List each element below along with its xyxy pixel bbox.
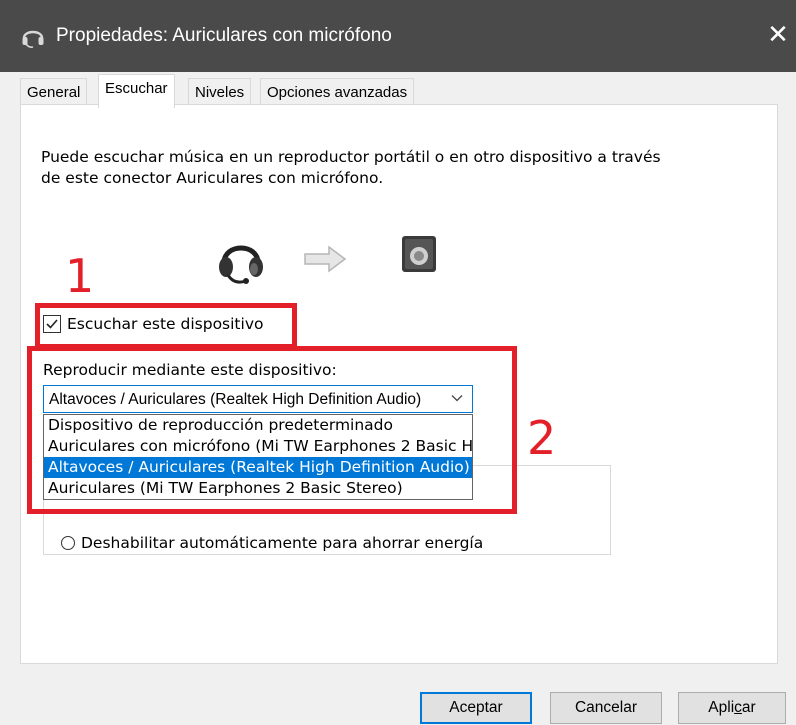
annotation-number-1: 1 bbox=[65, 249, 95, 303]
ok-button[interactable]: Aceptar bbox=[420, 692, 532, 724]
annotation-number-2: 2 bbox=[527, 411, 557, 465]
tab-niveles[interactable]: Niveles bbox=[188, 78, 252, 107]
tab-panel-escuchar: Puede escuchar música en un reproductor … bbox=[20, 104, 778, 664]
annotation-box-2 bbox=[27, 346, 517, 514]
tab-opciones-avanzadas[interactable]: Opciones avanzadas bbox=[260, 78, 415, 107]
headset-icon bbox=[219, 245, 263, 284]
listen-device-checkbox-label: Escuchar este dispositivo bbox=[67, 315, 264, 333]
checkmark-icon bbox=[46, 319, 58, 329]
window-title: Propiedades: Auriculares con micrófono bbox=[56, 25, 392, 46]
auto-disable-radio[interactable] bbox=[61, 536, 75, 550]
speaker-icon bbox=[402, 236, 436, 272]
tab-escuchar[interactable]: Escuchar bbox=[98, 74, 175, 108]
headset-app-icon bbox=[22, 30, 44, 48]
apply-button[interactable]: Aplicar bbox=[678, 692, 786, 724]
tab-general[interactable]: General bbox=[20, 78, 88, 107]
listen-device-checkbox[interactable] bbox=[43, 315, 61, 333]
listen-device-checkbox-row[interactable]: Escuchar este dispositivo bbox=[43, 311, 263, 337]
auto-disable-radio-row[interactable]: Deshabilitar automáticamente para ahorra… bbox=[61, 533, 483, 553]
arrow-right-icon bbox=[304, 245, 347, 273]
apply-button-label-start: Apli bbox=[708, 699, 735, 716]
auto-disable-radio-label: Deshabilitar automáticamente para ahorra… bbox=[81, 534, 484, 552]
apply-button-accelerator: c bbox=[734, 699, 742, 716]
description-text: Puede escuchar música en un reproductor … bbox=[41, 148, 661, 187]
title-bar: Propiedades: Auriculares con micrófono ✕ bbox=[0, 0, 796, 72]
close-icon[interactable]: ✕ bbox=[760, 18, 796, 52]
dialog-body: General Escuchar Niveles Opciones avanza… bbox=[0, 72, 796, 725]
cancel-button[interactable]: Cancelar bbox=[550, 692, 662, 724]
apply-button-label-end: ar bbox=[741, 699, 756, 716]
